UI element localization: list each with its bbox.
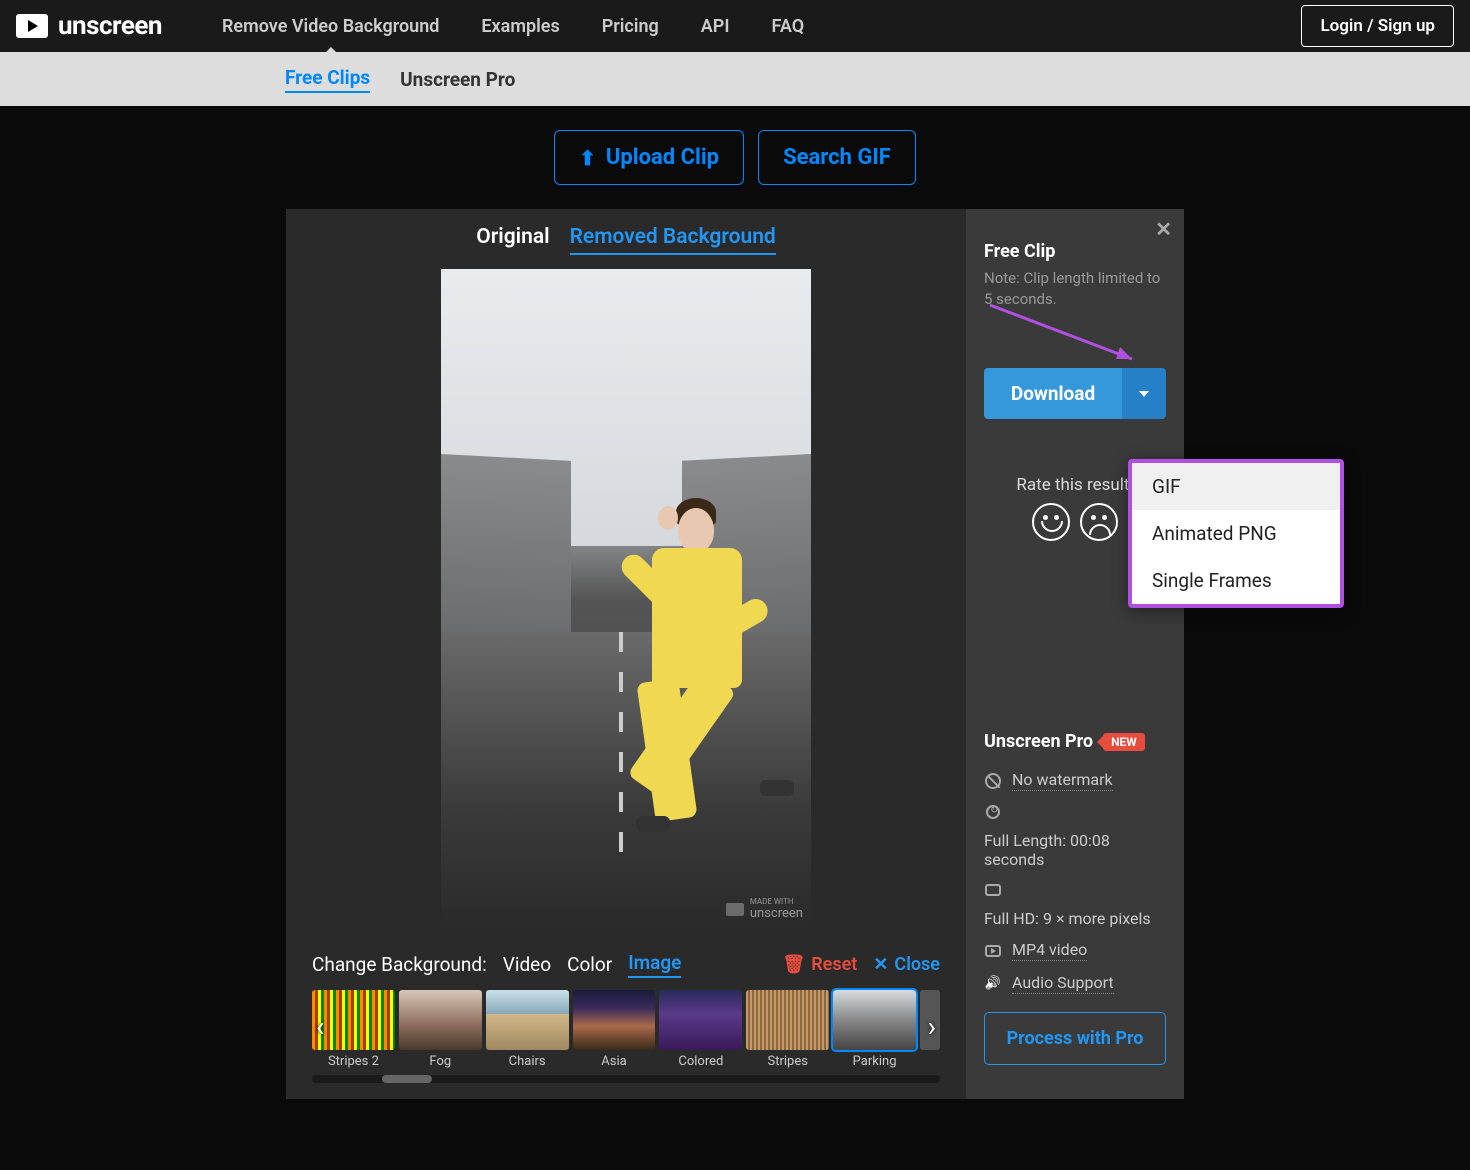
nav-items: Remove Video Background Examples Pricing… <box>222 16 804 37</box>
nav-faq[interactable]: FAQ <box>772 16 805 37</box>
bg-close-label: Close <box>894 954 940 975</box>
logo[interactable]: unscreen <box>16 11 162 41</box>
background-controls: Change Background: Video Color Image 🗑 R… <box>302 951 950 978</box>
video-preview[interactable]: MADE WITH unscreen <box>441 269 811 929</box>
annotation-arrow <box>984 299 1154 379</box>
thumb-stripes2[interactable]: Stripes 2 <box>312 990 395 1069</box>
pro-section: Unscreen Pro NEW No watermark Full Lengt… <box>984 731 1166 1065</box>
main-area: Original Removed Background MADE WITH un… <box>0 209 1470 1099</box>
sidebar-close-icon[interactable]: ✕ <box>1155 217 1172 241</box>
thumb-fog[interactable]: Fog <box>399 990 482 1069</box>
view-tabs: Original Removed Background <box>302 225 950 255</box>
nav-remove-bg[interactable]: Remove Video Background <box>222 16 439 37</box>
thumb-chairs[interactable]: Chairs <box>486 990 569 1069</box>
background-thumbnails: Stripes 2 Fog Chairs Asia Colored Stripe… <box>302 990 950 1069</box>
feat-no-watermark: No watermark <box>984 770 1166 791</box>
watermark-brand: unscreen <box>750 906 803 921</box>
feat-full-length: Full Length: 00:08 seconds <box>984 803 1166 869</box>
bg-reset-label: Reset <box>811 954 857 975</box>
download-format-dropdown: GIF Animated PNG Single Frames <box>1128 459 1344 608</box>
download-button[interactable]: Download <box>984 368 1122 419</box>
search-gif-button[interactable]: Search GIF <box>758 130 916 185</box>
action-bar: ⬆ Upload Clip Search GIF <box>0 106 1470 209</box>
free-clip-note: Note: Clip length limited to 5 seconds. <box>984 268 1166 310</box>
bg-tab-video[interactable]: Video <box>503 953 551 976</box>
thumb-scrollbar[interactable] <box>312 1075 940 1083</box>
bg-reset-button[interactable]: 🗑 Reset <box>782 954 857 975</box>
clock-icon <box>984 803 1002 821</box>
download-format-toggle[interactable] <box>1122 368 1166 419</box>
tab-removed-background[interactable]: Removed Background <box>570 225 776 255</box>
tab-original[interactable]: Original <box>476 225 549 255</box>
hd-icon <box>984 881 1002 899</box>
feat-mp4: MP4 video <box>984 940 1166 961</box>
no-watermark-icon <box>984 772 1002 790</box>
dropdown-animated-png[interactable]: Animated PNG <box>1132 510 1340 557</box>
feat-full-hd: Full HD: 9 × more pixels <box>984 881 1166 928</box>
feat-audio: Audio Support <box>984 973 1166 994</box>
watermark: MADE WITH unscreen <box>726 897 803 921</box>
pro-features: No watermark Full Length: 00:08 seconds … <box>984 770 1166 994</box>
upload-icon: ⬆ <box>579 146 596 170</box>
rate-sad-icon[interactable] <box>1080 503 1118 541</box>
preview-building-left <box>441 454 571 646</box>
sidebar-panel: ✕ Free Clip Note: Clip length limited to… <box>966 209 1184 1099</box>
bg-tab-color[interactable]: Color <box>567 953 612 976</box>
thumb-colored[interactable]: Colored <box>659 990 742 1069</box>
process-with-pro-button[interactable]: Process with Pro <box>984 1012 1166 1065</box>
upload-clip-button[interactable]: ⬆ Upload Clip <box>554 130 744 185</box>
login-signup-button[interactable]: Login / Sign up <box>1301 5 1454 47</box>
nav-pricing[interactable]: Pricing <box>602 16 659 37</box>
scrollbar-thumb[interactable] <box>382 1075 432 1083</box>
watermark-play-icon <box>726 903 744 916</box>
pro-title-row: Unscreen Pro NEW <box>984 731 1166 752</box>
subnav-pro[interactable]: Unscreen Pro <box>400 68 515 91</box>
preview-subject-person <box>608 500 788 880</box>
dropdown-single-frames[interactable]: Single Frames <box>1132 557 1340 604</box>
sub-nav: Free Clips Unscreen Pro <box>0 52 1470 106</box>
nav-examples[interactable]: Examples <box>481 16 559 37</box>
watermark-prefix: MADE WITH <box>750 897 803 906</box>
thumb-parking[interactable]: Parking <box>833 990 916 1069</box>
thumb-asia[interactable]: Asia <box>573 990 656 1069</box>
bg-close-button[interactable]: ✕ Close <box>873 954 940 975</box>
thumb-nav-next-icon[interactable]: › <box>928 1010 936 1043</box>
thumb-stripes[interactable]: Stripes <box>746 990 829 1069</box>
close-x-icon: ✕ <box>873 954 888 975</box>
editor-panel: Original Removed Background MADE WITH un… <box>286 209 966 1099</box>
subnav-free-clips[interactable]: Free Clips <box>285 66 370 93</box>
bg-label: Change Background: <box>312 953 487 976</box>
dropdown-gif[interactable]: GIF <box>1132 463 1340 510</box>
bg-tab-image[interactable]: Image <box>628 951 681 978</box>
free-clip-title: Free Clip <box>984 241 1166 262</box>
top-nav: unscreen Remove Video Background Example… <box>0 0 1470 52</box>
upload-label: Upload Clip <box>606 145 719 170</box>
audio-icon <box>984 975 1002 993</box>
logo-text: unscreen <box>58 11 162 41</box>
logo-play-icon <box>16 14 48 38</box>
play-icon <box>984 942 1002 960</box>
thumb-nav-prev-icon[interactable]: ‹ <box>316 1010 324 1043</box>
new-badge: NEW <box>1103 733 1145 751</box>
caret-down-icon <box>1139 391 1149 397</box>
nav-api[interactable]: API <box>701 16 730 37</box>
rate-happy-icon[interactable] <box>1032 503 1070 541</box>
trash-icon: 🗑 <box>782 954 805 975</box>
download-row: Download <box>984 368 1166 419</box>
pro-title: Unscreen Pro <box>984 731 1093 752</box>
